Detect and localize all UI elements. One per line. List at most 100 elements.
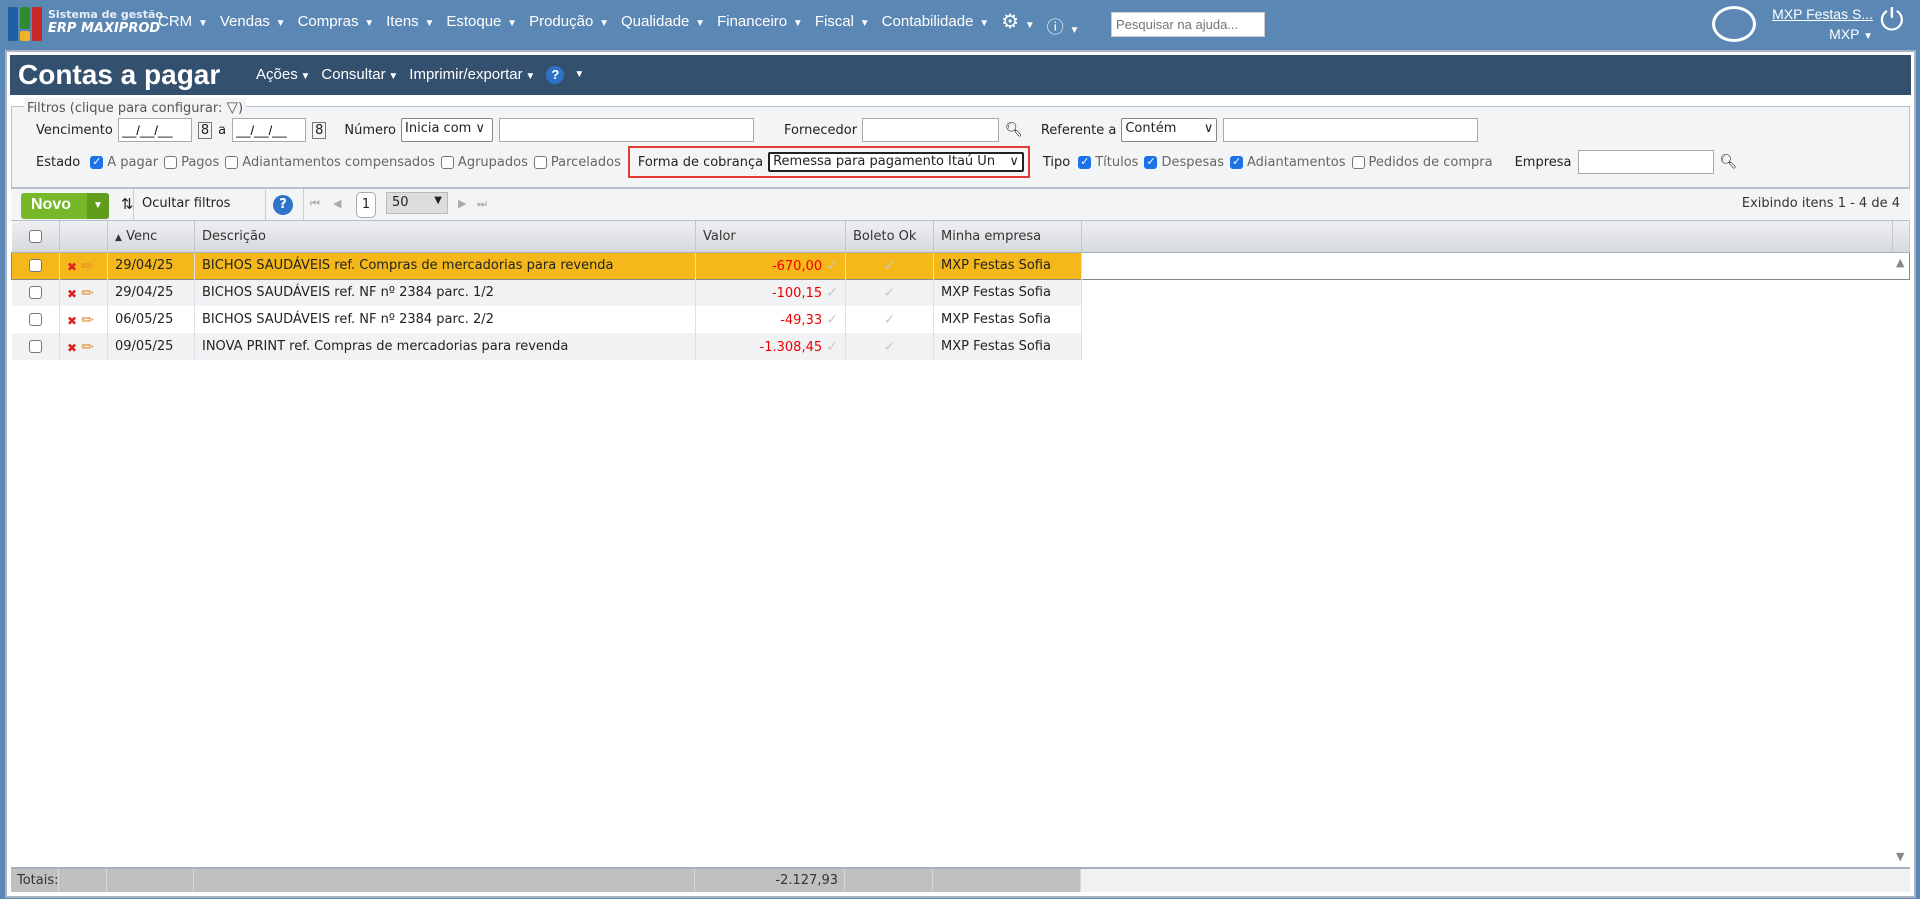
help-search-input[interactable]: [1111, 12, 1265, 37]
menu-crm[interactable]: CRM: [158, 13, 208, 38]
checkbox-despesas[interactable]: [1144, 155, 1158, 169]
page-size-value: 50: [392, 195, 409, 210]
table-row[interactable]: ✖ ✏︎ 29/04/25 BICHOS SAUDÁVEIS ref. Compra…: [11, 252, 1910, 279]
last-page-icon[interactable]: ⏭: [477, 197, 487, 211]
checkbox-pagos[interactable]: [164, 155, 178, 169]
page-number[interactable]: 1: [356, 192, 376, 218]
menu-producao[interactable]: Produção: [529, 13, 609, 38]
checkbox-titulos[interactable]: [1078, 155, 1092, 169]
logo-text: Sistema de gestão ERP MAXIPROD: [48, 8, 163, 36]
hide-filters-button[interactable]: Ocultar filtros: [142, 196, 230, 211]
prev-page-icon[interactable]: ◀: [333, 197, 341, 210]
edit-pencil-icon[interactable]: ✏︎: [81, 257, 94, 275]
company-selector[interactable]: MXP ▼: [1767, 26, 1873, 42]
menu-estoque[interactable]: Estoque: [446, 13, 517, 38]
table-row[interactable]: ✖ ✏︎ 09/05/25 INOVA PRINT ref. Compras de …: [11, 333, 1910, 360]
checkbox-parcelados[interactable]: [533, 155, 547, 169]
actions-header: [59, 221, 108, 253]
vencimento-label: Vencimento: [36, 122, 113, 138]
table-row[interactable]: ✖ ✏︎ 06/05/25 BICHOS SAUDÁVEIS ref. NF nº …: [11, 306, 1910, 333]
menu-vendas[interactable]: Vendas: [220, 13, 286, 38]
menu-qualidade[interactable]: Qualidade: [621, 13, 705, 38]
edit-pencil-icon[interactable]: ✏︎: [81, 284, 94, 302]
checkbox-adiantamentos[interactable]: [1229, 155, 1243, 169]
header-scroll-corner: [1892, 221, 1910, 253]
referente-mode-select[interactable]: Contém ∨: [1121, 118, 1218, 142]
date-from-input[interactable]: [117, 118, 192, 142]
logo-title: ERP MAXIPROD: [48, 21, 161, 36]
chat-bubble-icon[interactable]: [1712, 6, 1756, 42]
page-help-icon[interactable]: ?: [546, 66, 565, 84]
page-size-select[interactable]: 50 ▼: [386, 192, 448, 214]
referente-input[interactable]: [1223, 118, 1479, 142]
checkbox-agrupados[interactable]: [440, 155, 454, 169]
delete-icon[interactable]: ✖: [67, 287, 77, 301]
grid-help-icon[interactable]: ?: [273, 195, 293, 215]
edit-pencil-icon[interactable]: ✏︎: [81, 311, 94, 329]
checkbox-pedidos-compra[interactable]: [1351, 155, 1365, 169]
col-boleto-ok[interactable]: Boleto Ok: [845, 221, 934, 253]
forma-cobranca-select[interactable]: Remessa para pagamento Itaú Un ∨: [768, 152, 1024, 172]
fornecedor-input[interactable]: [862, 118, 1000, 142]
numero-mode-value: Inicia com: [405, 121, 472, 136]
checkbox-adiantamentos-compensados[interactable]: [225, 155, 239, 169]
menu-consultar[interactable]: Consultar: [321, 66, 398, 84]
col-descricao[interactable]: Descrição: [194, 221, 696, 253]
select-all-checkbox[interactable]: [28, 229, 42, 243]
menu-imprimir-exportar[interactable]: Imprimir/exportar: [409, 66, 535, 84]
user-area: MXP Festas S... MXP ▼: [1767, 6, 1873, 42]
vertical-scrollbar[interactable]: ▲ ▼: [1893, 252, 1910, 867]
delete-icon[interactable]: ✖: [67, 260, 77, 274]
calendar-icon[interactable]: 8: [197, 121, 213, 139]
calendar-icon[interactable]: 8: [312, 121, 327, 139]
date-to-input[interactable]: [232, 118, 307, 142]
select-all-header: [11, 221, 60, 253]
row-checkbox[interactable]: [29, 259, 42, 272]
new-button[interactable]: Novo ▼: [21, 193, 109, 219]
titulos-label: Títulos: [1095, 154, 1139, 170]
refresh-icon[interactable]: ⇅: [121, 195, 134, 213]
help-dropdown-icon[interactable]: ▼: [574, 66, 584, 84]
search-icon[interactable]: 🔍︎: [1720, 154, 1738, 170]
totals-cell: [845, 869, 933, 892]
delete-icon[interactable]: ✖: [67, 314, 77, 328]
power-icon[interactable]: ⏻: [1880, 6, 1904, 36]
menu-contabilidade[interactable]: Contabilidade: [882, 13, 989, 38]
table-row[interactable]: ✖ ✏︎ 29/04/25 BICHOS SAUDÁVEIS ref. NF nº …: [11, 279, 1910, 306]
empresa-input[interactable]: [1577, 150, 1714, 174]
header-filler: [1081, 221, 1893, 253]
edit-pencil-icon[interactable]: ✏︎: [81, 338, 94, 356]
row-checkbox[interactable]: [28, 286, 42, 300]
scroll-down-icon[interactable]: ▼: [1896, 850, 1904, 863]
user-name-link[interactable]: MXP Festas S...: [1767, 6, 1873, 22]
col-venc[interactable]: ▲ Venc: [107, 221, 195, 253]
row-checkbox[interactable]: [28, 340, 42, 353]
delete-icon[interactable]: ✖: [67, 341, 77, 355]
help-circle-icon[interactable]: ⓘ: [1047, 13, 1080, 38]
checkbox-a-pagar[interactable]: [90, 155, 104, 169]
menu-acoes[interactable]: Ações: [256, 66, 310, 84]
col-minha-empresa[interactable]: Minha empresa: [933, 221, 1082, 253]
funnel-icon[interactable]: ▽: [226, 98, 238, 116]
first-page-icon[interactable]: ⏮: [310, 197, 320, 211]
search-icon[interactable]: 🔍︎: [1005, 122, 1023, 138]
next-page-icon[interactable]: ▶: [458, 197, 466, 210]
menu-fiscal[interactable]: Fiscal: [815, 13, 870, 38]
new-dropdown-icon[interactable]: ▼: [87, 193, 109, 219]
col-valor[interactable]: Valor: [695, 221, 846, 253]
settings-gear-icon[interactable]: ⚙: [1001, 12, 1035, 38]
filters-legend[interactable]: Filtros (clique para configurar: ▽): [24, 98, 247, 116]
check-icon: ✓: [826, 311, 838, 328]
menu-compras[interactable]: Compras: [298, 13, 375, 38]
page-title-bar: Contas a pagar Ações Consultar Imprimir/…: [10, 55, 1911, 95]
check-icon: ✓: [883, 284, 896, 301]
scroll-up-icon[interactable]: ▲: [1896, 256, 1904, 269]
numero-input[interactable]: [499, 118, 755, 142]
row-checkbox[interactable]: [28, 313, 42, 326]
maxiprod-logo[interactable]: [8, 7, 42, 41]
numero-mode-select[interactable]: Inicia com ∨: [401, 118, 494, 142]
adiantamentos-label: Adiantamentos: [1246, 154, 1346, 170]
main-menu: CRM Vendas Compras Itens Estoque Produçã…: [158, 12, 1091, 38]
menu-financeiro[interactable]: Financeiro: [717, 13, 803, 38]
menu-itens[interactable]: Itens: [386, 13, 434, 38]
